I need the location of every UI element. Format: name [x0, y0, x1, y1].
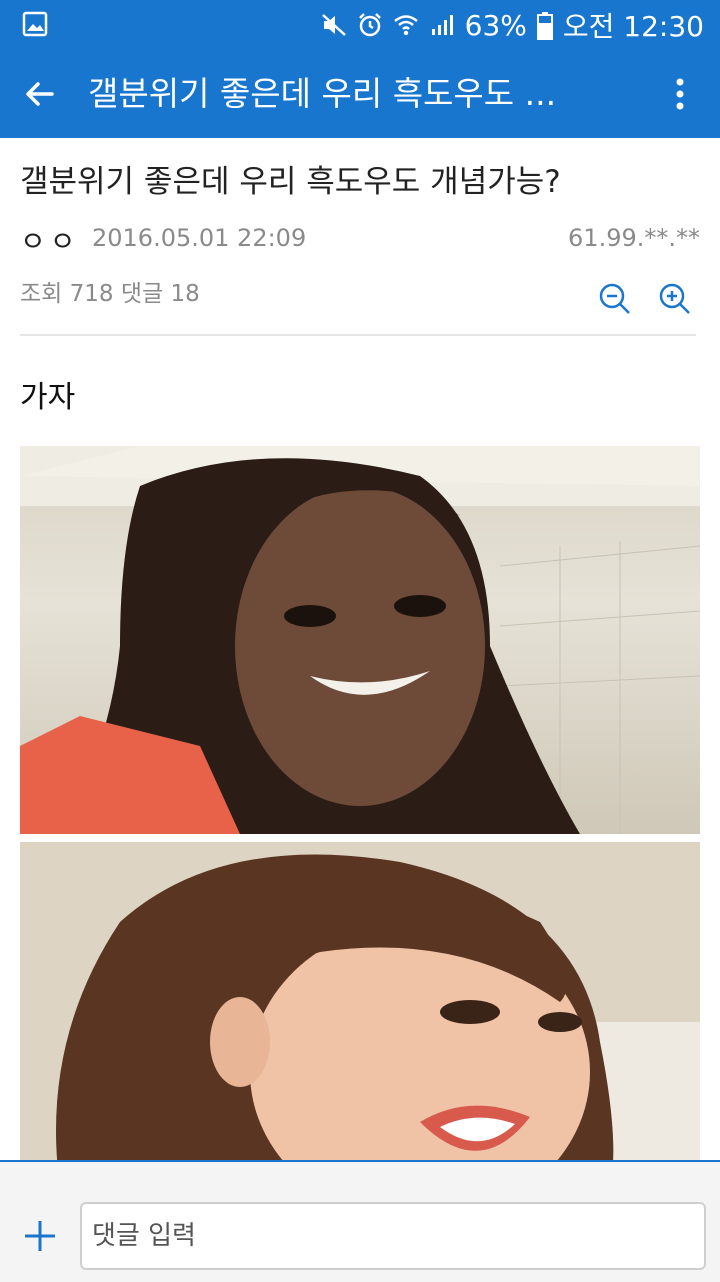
app-bar-title: 갤분위기 좋은데 우리 흑도우도 ...: [88, 74, 557, 113]
wifi-icon: [393, 12, 419, 38]
zoom-in-icon: [659, 283, 690, 314]
photo-illustration: [20, 446, 700, 834]
status-bar: 63% 오전 12:30: [0, 0, 720, 50]
zoom-out-icon: [599, 283, 630, 314]
alarm-icon: [357, 12, 383, 38]
comment-bar: [0, 1160, 720, 1282]
clock: 오전 12:30: [562, 10, 704, 43]
add-attachment-button[interactable]: [18, 1214, 62, 1258]
plus-icon: [25, 1221, 55, 1251]
photo-illustration: [20, 842, 700, 1188]
post-ip: 61.99.**.**: [568, 224, 700, 252]
battery-percent: 63%: [464, 8, 527, 42]
more-vert-icon: [676, 78, 684, 110]
mute-icon: [321, 12, 347, 38]
post-author[interactable]: ㅇㅇ: [20, 220, 80, 260]
post-image-1[interactable]: [20, 446, 700, 834]
battery-icon: [536, 12, 553, 40]
back-arrow-icon: [26, 82, 54, 106]
post-title: 갤분위기 좋은데 우리 흑도우도 개념가능?: [20, 164, 561, 200]
zoom-out-button[interactable]: [598, 282, 632, 316]
back-button[interactable]: [18, 72, 62, 116]
post-body-text: 가자: [20, 380, 76, 415]
more-options-button[interactable]: [658, 72, 702, 116]
comment-input[interactable]: [80, 1202, 706, 1270]
signal-icon: [429, 12, 455, 38]
post-stats: 조회 718 댓글 18: [20, 281, 200, 307]
app-bar: 갤분위기 좋은데 우리 흑도우도 ...: [0, 50, 720, 138]
gallery-icon: [22, 11, 48, 37]
header-divider: [20, 334, 696, 336]
post-image-2[interactable]: [20, 842, 700, 1188]
zoom-in-button[interactable]: [658, 282, 692, 316]
post-date: 2016.05.01 22:09: [92, 224, 307, 252]
